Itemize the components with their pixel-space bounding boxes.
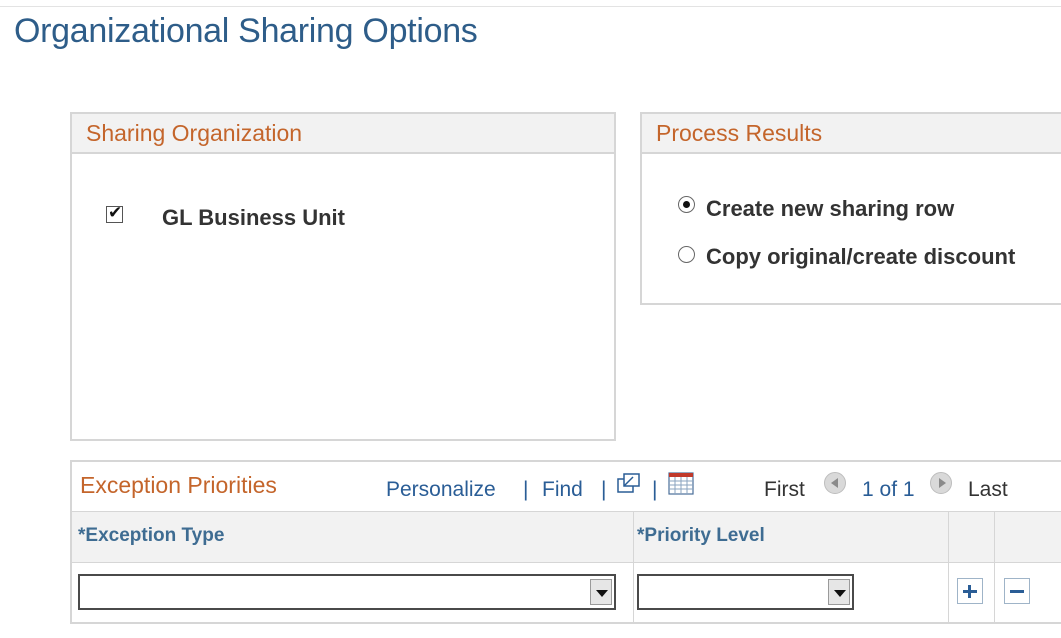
column-divider bbox=[948, 511, 949, 622]
column-divider bbox=[994, 511, 995, 622]
next-row-icon[interactable] bbox=[930, 472, 952, 494]
column-divider bbox=[633, 511, 634, 622]
copy-original-create-discount-radio[interactable] bbox=[678, 246, 695, 263]
gl-business-unit-checkbox[interactable]: ✔ bbox=[106, 203, 123, 223]
checkmark-icon: ✔ bbox=[108, 203, 123, 223]
page-title: Organizational Sharing Options bbox=[14, 12, 478, 50]
previous-row-icon[interactable] bbox=[824, 472, 846, 494]
last-link: Last bbox=[968, 478, 1008, 501]
process-results-group: Process Results Create new sharing row C… bbox=[640, 112, 1061, 305]
toolbar-separator: | bbox=[601, 478, 607, 501]
find-link[interactable]: Find bbox=[542, 478, 583, 502]
minus-icon bbox=[1010, 590, 1024, 593]
exception-type-column-header: *Exception Type bbox=[78, 525, 225, 546]
toolbar-separator: | bbox=[652, 478, 658, 501]
sharing-organization-group: Sharing Organization ✔ GL Business Unit bbox=[70, 112, 616, 441]
priority-level-column-header: *Priority Level bbox=[637, 525, 765, 546]
gl-business-unit-label: GL Business Unit bbox=[162, 205, 345, 230]
priority-level-select[interactable] bbox=[637, 574, 854, 610]
create-new-sharing-row-label: Create new sharing row bbox=[706, 196, 955, 221]
sharing-organization-header: Sharing Organization bbox=[72, 114, 614, 154]
exception-priorities-grid: Exception Priorities Personalize | Find … bbox=[70, 460, 1061, 624]
grid-download-icon[interactable] bbox=[668, 472, 694, 496]
pagination-count: 1 of 1 bbox=[862, 478, 915, 501]
add-row-button[interactable] bbox=[957, 578, 983, 604]
new-window-icon[interactable] bbox=[616, 472, 642, 496]
top-divider bbox=[0, 6, 1061, 7]
exception-type-select[interactable] bbox=[78, 574, 616, 610]
create-new-sharing-row-radio[interactable] bbox=[678, 196, 695, 213]
personalize-link[interactable]: Personalize bbox=[386, 478, 496, 502]
grid-column-header-row: *Exception Type *Priority Level bbox=[72, 511, 1061, 563]
dropdown-arrow-icon[interactable] bbox=[590, 579, 612, 605]
plus-icon-vertical bbox=[968, 585, 971, 598]
radio-selected-icon bbox=[683, 201, 690, 208]
process-results-header: Process Results bbox=[642, 114, 1061, 154]
delete-row-button[interactable] bbox=[1004, 578, 1030, 604]
first-link: First bbox=[764, 478, 805, 501]
dropdown-arrow-icon[interactable] bbox=[828, 579, 850, 605]
copy-original-create-discount-label: Copy original/create discount bbox=[706, 244, 1016, 269]
toolbar-separator: | bbox=[523, 478, 529, 501]
exception-priorities-title: Exception Priorities bbox=[80, 472, 277, 498]
